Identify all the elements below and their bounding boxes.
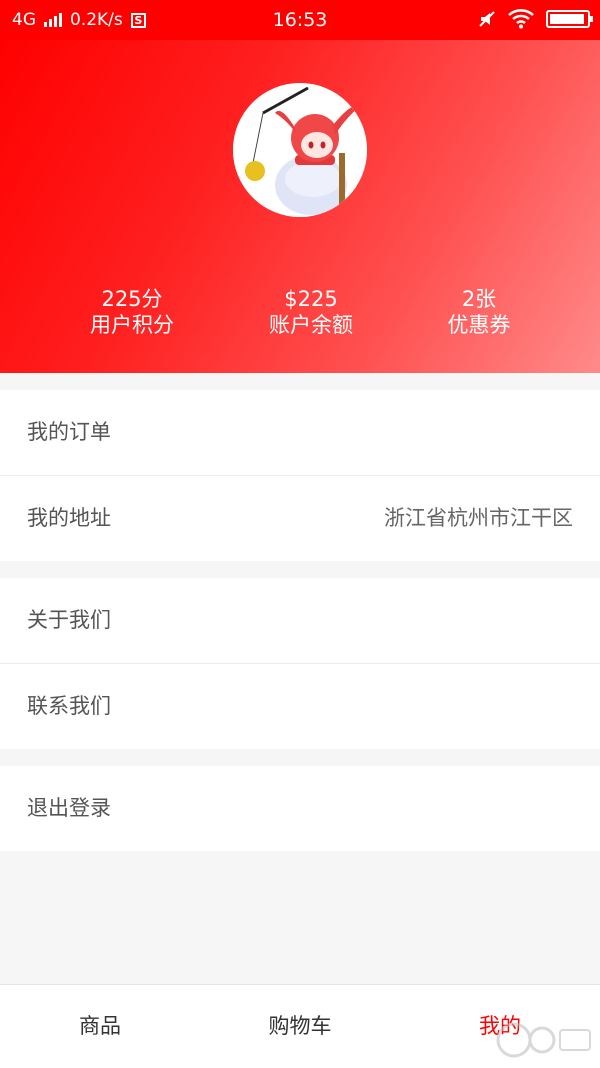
address-value: 浙江省杭州市江干区 (384, 506, 573, 530)
menu-item-address[interactable]: 我的地址 浙江省杭州市江干区 (0, 476, 600, 561)
stat-balance-value: $225 (284, 287, 338, 311)
menu-group-session: 退出登录 (0, 766, 600, 851)
stat-balance-label: 账户余额 (269, 313, 353, 337)
menu-item-label: 退出登录 (27, 796, 111, 820)
status-bar: 4G 0.2K/s S 16:53 (0, 0, 600, 40)
stat-points-label: 用户积分 (90, 313, 174, 337)
menu-item-logout[interactable]: 退出登录 (0, 766, 600, 851)
tab-products[interactable]: 商品 (0, 985, 200, 1068)
menu-item-label: 我的地址 (27, 506, 111, 530)
user-avatar[interactable] (233, 83, 367, 217)
tab-cart[interactable]: 购物车 (200, 985, 400, 1068)
menu-group-account: 我的订单 我的地址 浙江省杭州市江干区 (0, 390, 600, 561)
stat-coupons-label: 优惠券 (447, 313, 511, 337)
stat-coupons[interactable]: 2张 优惠券 (389, 286, 569, 338)
status-right (478, 9, 593, 29)
menu-item-label: 联系我们 (27, 694, 111, 718)
menu-item-about[interactable]: 关于我们 (0, 578, 600, 664)
menu-item-orders[interactable]: 我的订单 (0, 390, 600, 476)
battery-icon (546, 10, 593, 28)
anime-avatar-icon (233, 83, 367, 217)
mute-icon (479, 11, 495, 27)
bottom-tab-bar: 商品 购物车 我的 (0, 984, 600, 1068)
stat-balance[interactable]: $225 账户余额 (221, 286, 401, 338)
menu-group-info: 关于我们 联系我们 (0, 578, 600, 749)
battery-level (550, 14, 584, 24)
menu-item-contact[interactable]: 联系我们 (0, 664, 600, 749)
stat-points-value: 225分 (101, 287, 163, 311)
menu-item-label: 关于我们 (27, 608, 111, 632)
watermark-logo-icon (496, 1022, 591, 1058)
menu-item-label: 我的订单 (27, 420, 111, 444)
wifi-icon (508, 9, 534, 29)
stat-coupons-value: 2张 (461, 287, 497, 311)
profile-header: 225分 用户积分 $225 账户余额 2张 优惠券 (0, 40, 600, 373)
stat-points[interactable]: 225分 用户积分 (42, 286, 222, 338)
